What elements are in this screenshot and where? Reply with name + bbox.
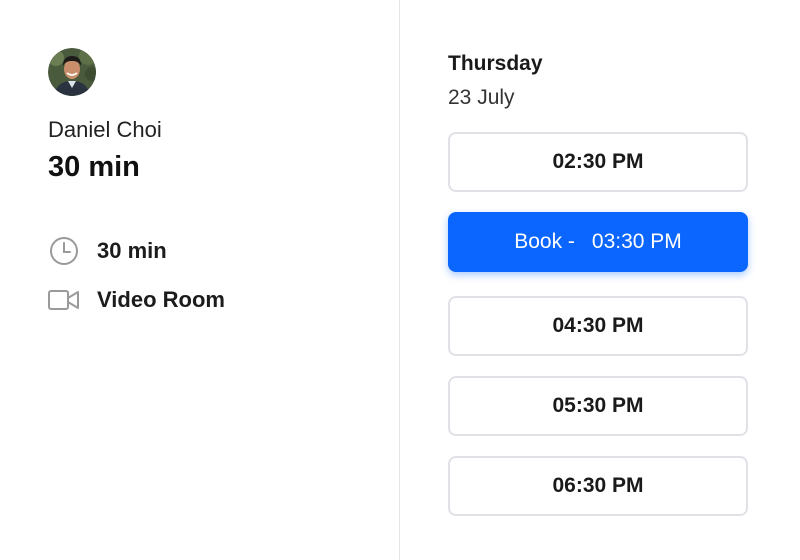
booking-page: Daniel Choi 30 min 30 min Video Room Thu… — [0, 0, 800, 560]
location-label: Video Room — [97, 287, 225, 312]
event-info-panel: Daniel Choi 30 min 30 min Video Room — [0, 0, 399, 560]
book-time-slot-button[interactable]: Book - 03:30 PM — [448, 212, 748, 272]
time-slot-label: 06:30 PM — [552, 474, 644, 497]
time-slot-label: 03:30 PM — [591, 230, 682, 253]
event-title: 30 min — [48, 151, 140, 183]
selected-date: 23 July — [448, 86, 515, 109]
host-name: Daniel Choi — [48, 117, 162, 142]
time-slot-panel: Thursday 23 July 02:30 PM Book - 03:30 P… — [400, 0, 800, 560]
time-slot-button[interactable]: 02:30 PM — [448, 132, 748, 192]
time-slot-button[interactable]: 04:30 PM — [448, 296, 748, 356]
time-slot-button[interactable]: 05:30 PM — [448, 376, 748, 436]
time-slot-button[interactable]: 06:30 PM — [448, 456, 748, 516]
person-avatar-icon — [48, 48, 96, 96]
book-prefix-label: Book - — [514, 230, 575, 253]
duration-label: 30 min — [97, 238, 167, 263]
location-row: Video Room — [48, 284, 225, 316]
selected-weekday: Thursday — [448, 52, 543, 75]
clock-icon — [48, 235, 80, 267]
time-slot-label: 04:30 PM — [552, 314, 644, 337]
host-avatar — [48, 48, 96, 96]
time-slot-label: 02:30 PM — [552, 150, 644, 173]
time-slot-label: 05:30 PM — [552, 394, 644, 417]
duration-row: 30 min — [48, 235, 167, 267]
video-camera-icon — [48, 284, 80, 316]
